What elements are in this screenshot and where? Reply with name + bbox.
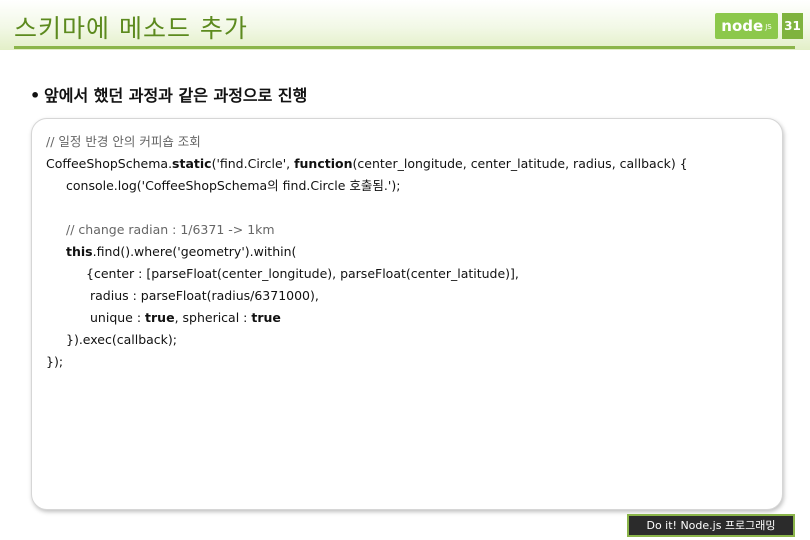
bullet-text: 앞에서 했던 과정과 같은 과정으로 진행 — [44, 86, 308, 105]
code-line-unique: unique : true, spherical : true — [46, 307, 688, 329]
code-token: ('find.Circle', — [211, 156, 295, 171]
code-block: // 일정 반경 안의 커피숍 조회 CoffeeShopSchema.stat… — [46, 131, 688, 373]
code-token: unique : — [90, 310, 146, 325]
code-line-exec: }).exec(callback); — [66, 332, 177, 347]
code-keyword: true — [145, 310, 175, 325]
title-rule — [14, 46, 795, 49]
code-keyword: static — [172, 156, 212, 171]
code-token: , spherical : — [174, 310, 252, 325]
code-token: (center_longitude, center_latitude, radi… — [352, 156, 688, 171]
page-number: 31 — [782, 13, 803, 39]
code-line-log: console.log('CoffeeShopSchema의 find.Circ… — [66, 178, 401, 193]
bullet-item: • 앞에서 했던 과정과 같은 과정으로 진행 — [30, 82, 307, 106]
code-token: .find().where('geometry').within( — [92, 244, 297, 259]
code-line-comment: // 일정 반경 안의 커피숍 조회 — [46, 134, 201, 149]
code-line-radius: radius : parseFloat(radius/6371000), — [90, 288, 319, 303]
code-line-comment: // change radian : 1/6371 -> 1km — [66, 222, 275, 237]
bullet-dot-icon: • — [30, 86, 41, 105]
code-line-find: this.find().where('geometry').within( — [46, 241, 688, 263]
nodejs-logo: node JS — [715, 13, 778, 39]
code-line-center: {center : [parseFloat(center_longitude),… — [86, 266, 519, 281]
code-token: CoffeeShopSchema. — [46, 156, 173, 171]
slide-title: 스키마에 메소드 추가 — [14, 14, 248, 43]
footer-book-label: Do it! Node.js 프로그래밍 — [627, 514, 795, 537]
code-keyword: true — [251, 310, 281, 325]
code-keyword: this — [66, 244, 93, 259]
logo-suffix: JS — [765, 22, 772, 31]
code-line-close: }); — [46, 354, 64, 369]
code-keyword: function — [294, 156, 353, 171]
logo-text: node — [721, 17, 764, 35]
code-line-static: CoffeeShopSchema.static('find.Circle', f… — [46, 153, 688, 175]
slide-header: 스키마에 메소드 추가 node JS 31 — [0, 0, 810, 50]
